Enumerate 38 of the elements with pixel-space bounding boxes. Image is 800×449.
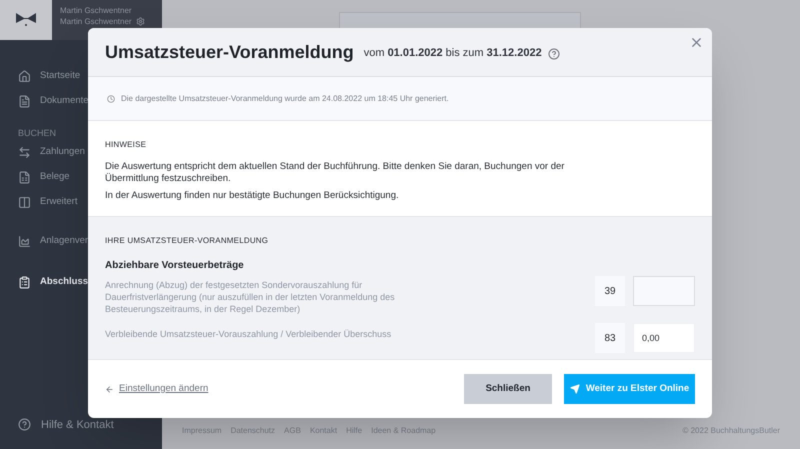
logo-tile[interactable] — [0, 0, 52, 40]
amount-field[interactable]: 0,00 — [633, 323, 695, 353]
clipboard-icon — [18, 276, 31, 289]
clock-icon — [107, 94, 115, 102]
user-name: Martin Gschwentner — [60, 5, 133, 16]
account-name: Martin Gschwentner — [60, 16, 132, 27]
document-icon — [18, 94, 31, 108]
arrows-icon — [18, 146, 31, 159]
field-label: Verbleibende Umsatzsteuer-Vorauszahlung / Verbleibender Überschuss — [105, 328, 392, 340]
submit-button[interactable]: Weiter zu Elster Online — [564, 374, 695, 404]
receipt-icon — [18, 171, 31, 184]
nav-item[interactable]: Startseite — [18, 68, 144, 84]
dialog-title: Umsatzsteuer-Voranmeldung — [105, 40, 354, 64]
section-heading: HINWEISE — [105, 139, 148, 151]
note-text: Die Auswertung entspricht dem aktuellen Stand der Buchführung. Bitte denken Sie daran, Buchungen vor der Übermittlung festzuschreiben. — [105, 161, 565, 185]
copyright: © 2022 BuchhaltungsButler — [682, 425, 780, 437]
field-label: Anrechnung (Abzug) der festgesetzten Sondervorauszahlung für Dauerfristverlängerung (nur auszufüllen in der letzten Voranmeldung des Besteuerungszeitraums, in der Regel Dezember) — [105, 279, 396, 315]
help-icon — [18, 418, 31, 432]
info-text: Die dargestellte Umsatzsteuer-Voranmeldung wurde am 24.08.2022 um 18:45 Uhr generiert. — [121, 92, 449, 104]
nav-section-heading: BUCHEN — [18, 127, 58, 140]
close-icon[interactable] — [689, 35, 704, 50]
chart-icon — [18, 235, 31, 248]
help-link[interactable]: Hilfe & Kontakt — [41, 416, 114, 433]
section-heading: IHRE UMSATZSTEUER-VORANMELDUNG — [105, 235, 270, 247]
paper-plane-icon — [570, 384, 580, 394]
note-text: In der Auswertung finden nur bestätigte Buchungen Berücksichtigung. — [105, 190, 400, 202]
settings-link[interactable]: Einstellungen ändern — [119, 382, 208, 396]
field-code: 39 — [595, 276, 625, 306]
close-button[interactable]: Schließen — [464, 374, 552, 404]
field-code: 83 — [595, 323, 625, 353]
back-arrow-icon — [105, 384, 114, 394]
group-title: Abziehbare Vorsteuerbeträge — [105, 259, 245, 273]
dialog-period: vom 01.01.2022 bis zum 31.12.2022 — [364, 46, 542, 62]
help-icon[interactable] — [548, 48, 560, 60]
columns-icon — [18, 196, 31, 209]
settings-icon[interactable] — [136, 17, 145, 26]
bowtie-logo-icon — [16, 13, 36, 27]
house-icon — [18, 70, 31, 82]
